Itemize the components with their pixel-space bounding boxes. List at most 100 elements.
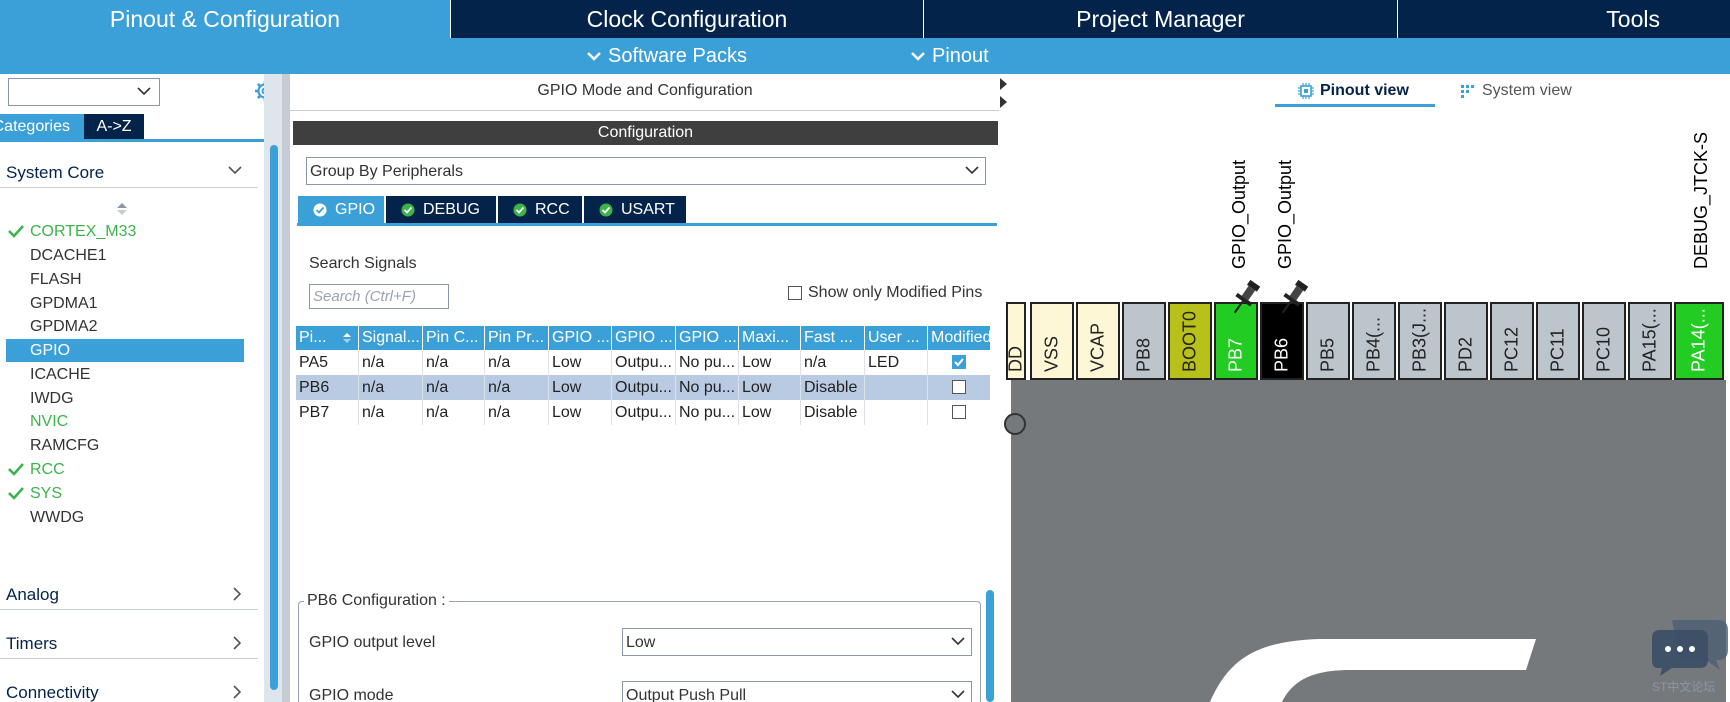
- collapse-panel-icon[interactable]: [999, 74, 1008, 114]
- pin-pb3[interactable]: PB3(J...: [1398, 302, 1442, 380]
- pin-vss[interactable]: VSS: [1030, 302, 1074, 380]
- core-item-label: WWDG: [30, 509, 85, 526]
- tab-categories[interactable]: Categories: [0, 114, 84, 139]
- core-item-icache[interactable]: ICACHE: [0, 363, 244, 386]
- core-item-nvic[interactable]: NVIC: [0, 410, 244, 433]
- core-item-rcc[interactable]: RCC: [0, 458, 244, 481]
- gpio-mode-select[interactable]: Output Push Pull: [622, 681, 972, 702]
- core-item-label: SYS: [30, 485, 63, 502]
- chevron-right-icon: [233, 685, 242, 699]
- tab-a-to-z[interactable]: A->Z: [84, 114, 144, 139]
- column-header-pin-privilege[interactable]: Pin Pr...: [485, 326, 549, 350]
- pin-pb7-signal-label: GPIO_Output: [1229, 159, 1249, 269]
- core-item-sys[interactable]: SYS: [0, 482, 244, 505]
- tab-pinout-configuration[interactable]: Pinout & Configuration: [0, 0, 451, 38]
- pin-pb5[interactable]: PB5: [1306, 302, 1350, 380]
- tab-project-manager[interactable]: Project Manager: [924, 0, 1398, 38]
- column-label: Modified: [931, 329, 990, 346]
- cell-fast-mode: Disable: [801, 400, 865, 425]
- tab-gpio[interactable]: GPIO: [298, 196, 384, 223]
- checked-checkbox-icon[interactable]: [952, 355, 966, 369]
- chat-bubble-icon: [1652, 620, 1728, 676]
- cell-speed: Low: [739, 375, 801, 400]
- software-packs-menu[interactable]: Software Packs: [586, 38, 747, 74]
- pin-dd[interactable]: DD: [1006, 302, 1026, 380]
- pin-pc11[interactable]: PC11: [1536, 302, 1580, 380]
- checkbox[interactable]: [952, 405, 966, 419]
- tab-tools[interactable]: Tools: [1398, 0, 1730, 38]
- chevron-down-icon: [911, 52, 925, 61]
- tab-clock-configuration[interactable]: Clock Configuration: [451, 0, 924, 38]
- pin-label: PD2: [1455, 336, 1476, 372]
- column-label: Pin C...: [426, 329, 479, 346]
- pin-pb8[interactable]: PB8: [1122, 302, 1166, 380]
- checkbox[interactable]: [788, 286, 802, 300]
- show-modified-checkbox[interactable]: Show only Modified Pins: [788, 284, 982, 302]
- tab-debug[interactable]: DEBUG: [386, 196, 496, 223]
- pin-pc12[interactable]: PC12: [1490, 302, 1534, 380]
- chevron-down-icon: [951, 690, 965, 699]
- column-header-signal[interactable]: Signal...: [359, 326, 423, 350]
- checkbox[interactable]: [952, 380, 966, 394]
- core-item-label: DCACHE1: [30, 247, 107, 264]
- group-by-select[interactable]: Group By Peripherals: [306, 157, 986, 185]
- section-timers[interactable]: Timers: [0, 627, 258, 659]
- pin-pd2[interactable]: PD2: [1444, 302, 1488, 380]
- tab-pinout-view[interactable]: Pinout view: [1298, 82, 1409, 100]
- column-header-fast-mode[interactable]: Fast ...: [801, 326, 865, 350]
- column-header-gpio-pull[interactable]: GPIO ...: [676, 326, 739, 350]
- chevron-down-icon: [137, 87, 151, 96]
- left-scrollbar[interactable]: [270, 145, 278, 690]
- core-item-ramcfg[interactable]: RAMCFG: [0, 434, 244, 457]
- core-item-dcache1[interactable]: DCACHE1: [0, 244, 244, 267]
- tab-rcc[interactable]: RCC: [498, 196, 582, 223]
- sort-icon[interactable]: [116, 202, 128, 216]
- core-item-gpio[interactable]: GPIO: [6, 339, 244, 362]
- pin-pa14-signal-label: DEBUG_JTCK-S: [1691, 131, 1711, 269]
- sub-menu-bar: Software Packs Pinout: [0, 38, 1730, 74]
- tab-system-view[interactable]: System view: [1460, 82, 1572, 100]
- column-label: Maxi...: [742, 329, 790, 346]
- column-label: Pin Pr...: [488, 329, 545, 346]
- core-item-flash[interactable]: FLASH: [0, 268, 244, 291]
- section-analog[interactable]: Analog: [0, 578, 258, 610]
- core-item-gpdma2[interactable]: GPDMA2: [0, 315, 244, 338]
- section-connectivity[interactable]: Connectivity: [0, 676, 258, 702]
- pin-vcap[interactable]: VCAP: [1076, 302, 1120, 380]
- cell-pin-context: n/a: [423, 350, 485, 375]
- column-header-pin-context[interactable]: Pin C...: [423, 326, 485, 350]
- pinout-menu[interactable]: Pinout: [910, 38, 989, 74]
- middle-scrollbar[interactable]: [986, 590, 994, 702]
- pin-label: BOOT0: [1179, 310, 1200, 372]
- column-header-max-speed[interactable]: Maxi...: [739, 326, 801, 350]
- pin-pa15[interactable]: PA15(...: [1628, 302, 1672, 380]
- column-label: Pi...: [299, 329, 327, 346]
- pin-pb4[interactable]: PB4(...: [1352, 302, 1396, 380]
- column-header-modified[interactable]: Modified: [928, 326, 990, 350]
- gpio-output-level-select[interactable]: Low: [622, 628, 972, 656]
- pin-label: PB5: [1317, 337, 1338, 372]
- column-label: User ...: [868, 329, 920, 346]
- category-search-select[interactable]: [8, 78, 160, 106]
- core-item-label: ICACHE: [30, 366, 91, 383]
- forum-watermark: ST中文论坛: [1652, 680, 1716, 694]
- panel-divider[interactable]: [282, 74, 290, 702]
- check-icon: [8, 487, 24, 500]
- core-item-cortex-m33[interactable]: CORTEX_M33: [0, 220, 244, 243]
- pin-pc10[interactable]: PC10: [1582, 302, 1626, 380]
- core-item-iwdg[interactable]: IWDG: [0, 387, 244, 410]
- search-signals-input[interactable]: Search (Ctrl+F): [309, 284, 449, 309]
- tab-usart[interactable]: USART: [584, 196, 686, 223]
- tab-label: A->Z: [96, 117, 132, 135]
- column-header-gpio-mode[interactable]: GPIO ...: [612, 326, 676, 350]
- pin-boot0[interactable]: BOOT0: [1168, 302, 1212, 380]
- column-header-gpio-output-level[interactable]: GPIO ...: [549, 326, 612, 350]
- core-item-gpdma1[interactable]: GPDMA1: [0, 292, 244, 315]
- section-system-core[interactable]: System Core: [0, 156, 258, 188]
- cell-pin-context: n/a: [423, 400, 485, 425]
- pin-pa14[interactable]: PA14(...: [1674, 302, 1724, 380]
- core-item-wwdg[interactable]: WWDG: [0, 506, 244, 529]
- column-header-user-label[interactable]: User ...: [865, 326, 928, 350]
- panel-title: GPIO Mode and Configuration: [537, 82, 753, 99]
- column-header-pin[interactable]: Pi...: [296, 326, 359, 350]
